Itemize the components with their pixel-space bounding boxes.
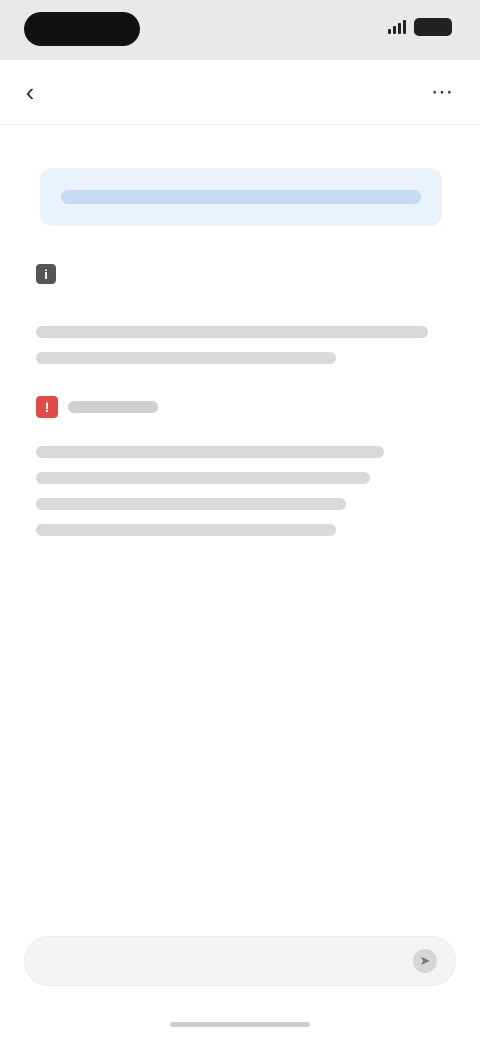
nav-header: ‹ ⋯ bbox=[0, 60, 480, 125]
message-input-bar[interactable]: ➤ bbox=[24, 936, 456, 986]
banner-text bbox=[61, 190, 421, 204]
warning-header: ! bbox=[36, 396, 158, 418]
info-icon: i bbox=[36, 264, 56, 284]
text-line bbox=[36, 352, 336, 364]
warning-label bbox=[68, 401, 158, 413]
status-icons bbox=[388, 18, 452, 36]
app-screen: ‹ ⋯ i ! ➤ bbox=[0, 0, 480, 1040]
warning-icon: ! bbox=[36, 396, 58, 418]
text-line bbox=[36, 498, 346, 510]
warning-body bbox=[36, 446, 384, 550]
info-banner[interactable] bbox=[40, 168, 442, 226]
status-bar bbox=[0, 0, 480, 60]
text-line bbox=[36, 472, 370, 484]
text-line bbox=[36, 326, 428, 338]
section-header: i bbox=[36, 264, 66, 284]
more-icon[interactable]: ⋯ bbox=[428, 78, 456, 106]
signal-icon bbox=[388, 20, 406, 34]
text-line bbox=[36, 524, 336, 536]
section-body bbox=[36, 326, 428, 378]
home-indicator bbox=[170, 1022, 310, 1027]
text-line bbox=[36, 446, 384, 458]
battery-icon bbox=[414, 18, 452, 36]
chevron-left-icon[interactable]: ‹ bbox=[16, 78, 44, 106]
send-icon[interactable]: ➤ bbox=[413, 949, 437, 973]
status-time bbox=[24, 12, 140, 46]
